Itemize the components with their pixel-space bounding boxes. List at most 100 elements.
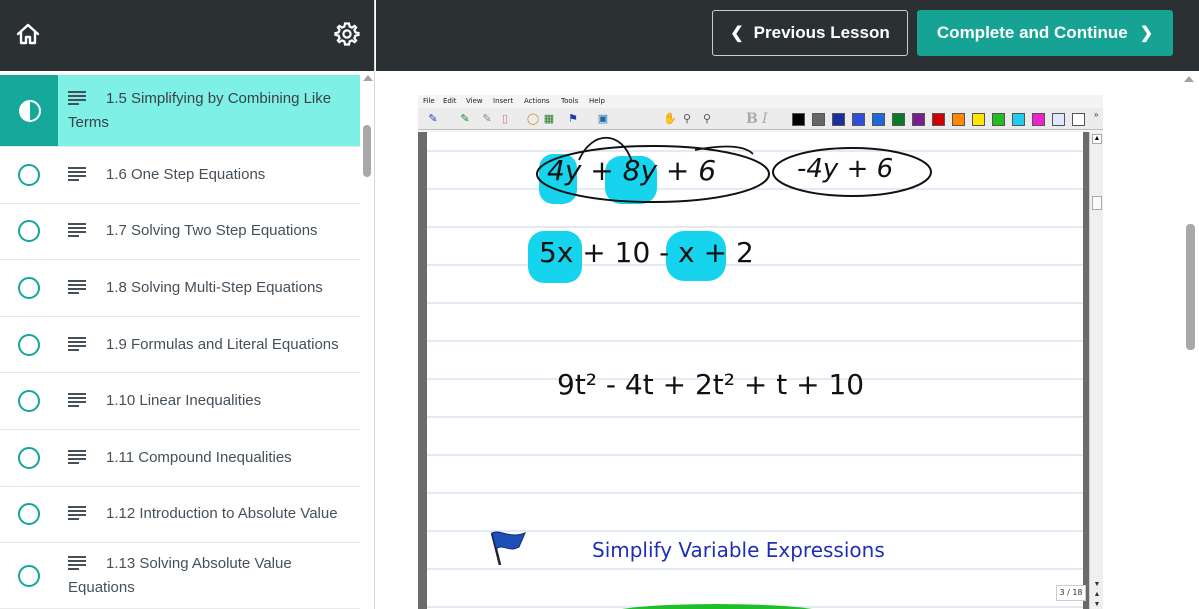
complete-and-continue-label: Complete and Continue (936, 23, 1128, 42)
lesson-item-1-11[interactable]: 1.11 Compound Inequalities (0, 430, 360, 487)
document-icon (68, 449, 86, 464)
lesson-title: 1.5 Simplifying by Combining Like Terms (68, 89, 332, 131)
menu-help: Help (589, 97, 605, 105)
more-tools-icon: » (1094, 110, 1099, 119)
scroll-up-arrow-icon[interactable] (363, 75, 373, 81)
lesson-title: 1.10 Linear Inequalities (106, 392, 262, 410)
chevron-right-icon: ❯ (1139, 25, 1154, 42)
incomplete-circle-icon (18, 446, 40, 469)
lesson-status (0, 75, 58, 146)
pen-gray-icon: ✎ (482, 113, 492, 125)
complete-and-continue-button[interactable]: Complete and Continue ❯ (917, 10, 1173, 56)
color-swatch[interactable] (792, 113, 805, 126)
incomplete-circle-icon (18, 503, 40, 526)
menu-edit: Edit (443, 97, 457, 105)
lesson-item-1-9[interactable]: 1.9 Formulas and Literal Equations (0, 317, 360, 374)
lesson-video[interactable]: File Edit View Insert Actions Tools Help… (418, 95, 1103, 609)
whiteboard-scrollbar-thumb[interactable] (1092, 196, 1102, 210)
zoom-in-icon: ⚲ (682, 113, 692, 125)
document-icon (68, 392, 86, 408)
color-swatch[interactable] (832, 113, 845, 126)
scroll-up-arrow-icon[interactable]: ▲ (1092, 134, 1102, 144)
sidebar-scrollbar-thumb[interactable] (363, 125, 371, 177)
lesson-item-1-12[interactable]: 1.12 Introduction to Absolute Value (0, 487, 360, 544)
color-swatch[interactable] (1032, 113, 1045, 126)
previous-lesson-button[interactable]: ❮ Previous Lesson (712, 10, 908, 56)
expression-1a: 4y + 8y + 6 (547, 154, 717, 187)
whiteboard-toolbar: ✎ ✎ ✎ ▯ ◯ ▦ ⚑ ▣ ✋ ⚲ ⚲ B I » (418, 108, 1103, 130)
whiteboard-menubar: File Edit View Insert Actions Tools Help (418, 95, 1103, 107)
color-swatch[interactable] (1072, 113, 1085, 126)
document-icon (68, 505, 86, 521)
lesson-title: 1.13 Solving Absolute Value Equations (68, 554, 292, 596)
color-swatch[interactable] (972, 113, 985, 126)
incomplete-circle-icon (18, 333, 40, 356)
sidebar-header (0, 0, 374, 71)
document-icon (68, 336, 86, 351)
document-icon (68, 166, 86, 181)
lesson-topbar: ❮ Previous Lesson Complete and Continue … (376, 0, 1199, 71)
color-swatch[interactable] (952, 113, 965, 126)
chevron-left-icon: ❮ (730, 25, 744, 42)
course-sidebar: 1.5 Simplifying by Combining Like Terms … (0, 0, 375, 609)
scroll-up-arrow-icon[interactable] (1184, 76, 1194, 82)
color-swatch[interactable] (912, 113, 925, 126)
lesson-content: File Edit View Insert Actions Tools Help… (376, 71, 1199, 609)
lesson-item-1-5[interactable]: 1.5 Simplifying by Combining Like Terms (0, 75, 360, 147)
lesson-item-1-10[interactable]: 1.10 Linear Inequalities (0, 373, 360, 430)
lesson-item-1-8[interactable]: 1.8 Solving Multi-Step Equations (0, 260, 360, 317)
color-swatch[interactable] (892, 113, 905, 126)
content-scrollbar-thumb[interactable] (1186, 224, 1195, 350)
zoom-out-icon: ⚲ (702, 113, 712, 125)
lesson-item-1-13[interactable]: 1.13 Solving Absolute Value Equations (0, 543, 360, 609)
color-swatch[interactable] (872, 113, 885, 126)
lesson-item-1-6[interactable]: 1.6 One Step Equations (0, 147, 360, 204)
italic-icon: I (762, 111, 768, 127)
document-icon (68, 279, 86, 294)
screen-icon: ▣ (597, 113, 609, 125)
settings-gear-icon[interactable] (334, 21, 360, 47)
expression-3: 9t² - 4t + 2t² + t + 10 (557, 368, 865, 401)
menu-view: View (466, 97, 483, 105)
whiteboard-page: 4y + 8y + 6 -4y + 6 5x + 10 - x + 2 9t² … (427, 132, 1083, 609)
lesson-title: 1.12 Introduction to Absolute Value (106, 505, 338, 523)
slide-title: Simplify Variable Expressions (592, 538, 885, 562)
eraser-icon: ▯ (501, 113, 509, 125)
incomplete-circle-icon (18, 390, 40, 413)
incomplete-circle-icon (18, 564, 40, 587)
color-swatch[interactable] (852, 113, 865, 126)
page-counter: 3 / 18 (1056, 585, 1086, 601)
lesson-item-1-7[interactable]: 1.7 Solving Two Step Equations (0, 204, 360, 261)
lesson-title: 1.9 Formulas and Literal Equations (106, 335, 339, 353)
flag-tool-icon: ⚑ (568, 113, 578, 125)
expression-2: 5x + 10 - x + 2 (539, 236, 754, 269)
highlighter-icon: ✎ (460, 113, 470, 125)
flag-icon (490, 531, 526, 566)
menu-actions: Actions (524, 97, 550, 105)
whiteboard-scrollbar[interactable]: ▲ ▼ ▲ ▼ (1089, 132, 1103, 609)
home-icon[interactable] (14, 21, 42, 47)
previous-lesson-label: Previous Lesson (753, 23, 890, 42)
lesson-title: 1.8 Solving Multi-Step Equations (106, 278, 323, 296)
menu-tools: Tools (561, 97, 579, 105)
color-swatch[interactable] (932, 113, 945, 126)
incomplete-circle-icon (18, 220, 40, 243)
expression-1b: -4y + 6 (797, 154, 894, 184)
page-nav-arrows-icon[interactable]: ▼ ▲ ▼ (1092, 580, 1102, 609)
half-complete-icon (19, 99, 41, 122)
lesson-title: 1.6 One Step Equations (106, 165, 266, 183)
lesson-title: 1.11 Compound Inequalities (106, 448, 292, 466)
page-margin-left (418, 132, 427, 609)
menu-insert: Insert (493, 97, 514, 105)
bold-icon: B (746, 111, 758, 127)
lesson-title: 1.7 Solving Two Step Equations (106, 222, 318, 240)
color-swatch[interactable] (992, 113, 1005, 126)
color-swatch[interactable] (1052, 113, 1065, 126)
menu-file: File (423, 97, 435, 105)
insert-space-icon: ▦ (543, 113, 555, 125)
color-swatch[interactable] (1012, 113, 1025, 126)
incomplete-circle-icon (18, 276, 40, 299)
color-swatch[interactable] (812, 113, 825, 126)
document-icon (68, 222, 86, 238)
hand-icon: ✋ (663, 113, 677, 125)
